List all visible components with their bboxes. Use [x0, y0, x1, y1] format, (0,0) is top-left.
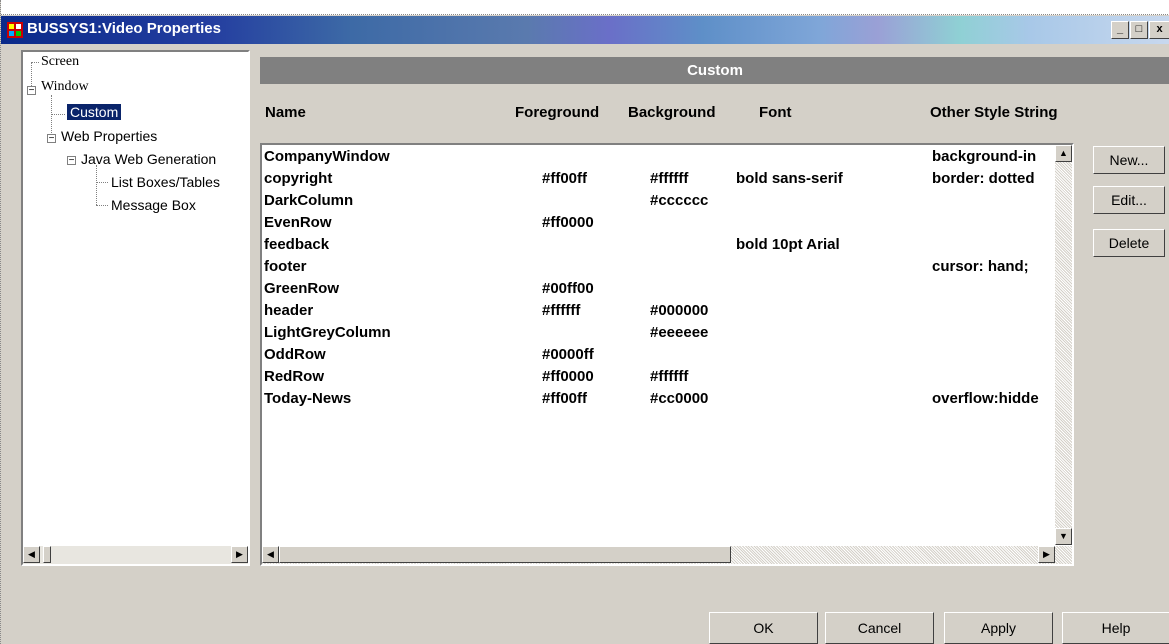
list-item[interactable]: copyright #ff00ff #ffffff bold sans-seri…: [262, 170, 1072, 192]
row-other-style: cursor: hand;: [932, 258, 1029, 275]
list-item[interactable]: header #ffffff #000000: [262, 302, 1072, 324]
list-item[interactable]: RedRow #ff0000 #ffffff: [262, 368, 1072, 390]
scroll-thumb[interactable]: [43, 546, 51, 563]
row-background: #cccccc: [650, 192, 709, 209]
row-name: DarkColumn: [264, 192, 354, 209]
row-foreground: #ff0000: [542, 214, 594, 231]
column-header-background: Background: [628, 104, 716, 121]
styles-list[interactable]: CompanyWindow background-in copyright #f…: [260, 143, 1074, 566]
tree-item-java-web-generation[interactable]: Java Web Generation: [81, 151, 216, 167]
row-foreground: #00ff00: [542, 280, 594, 297]
tree-item-custom[interactable]: Custom: [67, 104, 122, 120]
row-name: Today-News: [264, 390, 352, 407]
delete-button[interactable]: Delete: [1093, 229, 1165, 257]
collapse-icon[interactable]: −: [27, 86, 36, 96]
list-item[interactable]: Today-News #ff00ff #cc0000 overflow:hidd…: [262, 390, 1072, 412]
row-name: copyright: [264, 170, 333, 187]
row-font: bold 10pt Arial: [736, 236, 840, 253]
row-other-style: overflow:hidde: [932, 390, 1039, 407]
row-name: LightGreyColumn: [264, 324, 391, 341]
collapse-icon[interactable]: −: [67, 156, 76, 166]
tree-horizontal-scrollbar[interactable]: ◀ ▶: [23, 546, 248, 564]
scroll-left-icon[interactable]: ◀: [23, 546, 40, 563]
row-name: footer: [264, 258, 307, 275]
column-header-font: Font: [759, 104, 792, 121]
list-item[interactable]: EvenRow #ff0000: [262, 214, 1072, 236]
list-item[interactable]: OddRow #0000ff: [262, 346, 1072, 368]
list-vertical-scrollbar[interactable]: ▲ ▼: [1055, 145, 1072, 545]
help-button[interactable]: Help: [1062, 612, 1169, 644]
tree-line: [96, 182, 108, 183]
scroll-up-icon[interactable]: ▲: [1055, 145, 1072, 162]
tree-line: [96, 205, 108, 206]
tree-item-screen[interactable]: Screen: [41, 54, 79, 70]
list-item[interactable]: LightGreyColumn #eeeeee: [262, 324, 1072, 346]
new-button[interactable]: New...: [1093, 146, 1165, 174]
row-foreground: #ff0000: [542, 368, 594, 385]
row-other-style: background-in: [932, 148, 1037, 165]
close-icon: x: [1156, 23, 1163, 35]
tree-item-message-box[interactable]: Message Box: [111, 197, 196, 213]
row-name: GreenRow: [264, 280, 340, 297]
app-icon: [7, 22, 23, 38]
scroll-thumb[interactable]: [279, 546, 731, 563]
column-header-name: Name: [265, 104, 306, 121]
row-background: #ffffff: [650, 170, 689, 187]
tree-line: [31, 62, 39, 63]
row-background: #cc0000: [650, 390, 709, 407]
row-foreground: #ffffff: [542, 302, 581, 319]
cancel-button[interactable]: Cancel: [825, 612, 934, 644]
column-header-other-style: Other Style String: [930, 104, 1058, 121]
list-item[interactable]: CompanyWindow background-in: [262, 148, 1072, 170]
title-bar[interactable]: BUSSYS1:Video Properties _ □ x: [1, 16, 1169, 44]
row-background: #000000: [650, 302, 709, 319]
top-edge: [1, 0, 1169, 15]
column-header-foreground: Foreground: [515, 104, 600, 121]
tree-line: [51, 114, 65, 115]
apply-button[interactable]: Apply: [944, 612, 1053, 644]
row-name: CompanyWindow: [264, 148, 390, 165]
list-item[interactable]: GreenRow #00ff00: [262, 280, 1072, 302]
row-name: feedback: [264, 236, 330, 253]
close-button[interactable]: x: [1149, 21, 1169, 39]
row-background: #eeeeee: [650, 324, 709, 341]
panel-title: Custom: [260, 57, 1169, 84]
row-foreground: #ff00ff: [542, 170, 588, 187]
navigation-tree[interactable]: Screen − Window Custom − Web Properties …: [21, 50, 250, 566]
row-background: #ffffff: [650, 368, 689, 385]
scroll-left-icon[interactable]: ◀: [262, 546, 279, 563]
ok-button[interactable]: OK: [709, 612, 818, 644]
minimize-icon: _: [1116, 23, 1124, 35]
tree-item-web-properties[interactable]: Web Properties: [61, 128, 157, 144]
row-foreground: #0000ff: [542, 346, 594, 363]
row-foreground: #ff00ff: [542, 390, 588, 407]
tree-item-window[interactable]: Window: [41, 79, 89, 95]
video-properties-window: BUSSYS1:Video Properties _ □ x Screen − …: [0, 0, 1169, 644]
row-other-style: border: dotted: [932, 170, 1035, 187]
tree-item-list-boxes-tables[interactable]: List Boxes/Tables: [111, 174, 220, 190]
maximize-button[interactable]: □: [1130, 21, 1148, 39]
row-name: header: [264, 302, 314, 319]
tree-line: [96, 165, 97, 205]
list-horizontal-scrollbar[interactable]: ◀ ▶: [262, 546, 1072, 564]
maximize-icon: □: [1135, 23, 1143, 35]
row-name: EvenRow: [264, 214, 332, 231]
row-name: OddRow: [264, 346, 326, 363]
scroll-down-icon[interactable]: ▼: [1055, 528, 1072, 545]
scroll-right-icon[interactable]: ▶: [231, 546, 248, 563]
list-item[interactable]: DarkColumn #cccccc: [262, 192, 1072, 214]
window-title: BUSSYS1:Video Properties: [27, 20, 221, 37]
minimize-button[interactable]: _: [1111, 21, 1129, 39]
row-font: bold sans-serif: [736, 170, 843, 187]
list-item[interactable]: footer cursor: hand;: [262, 258, 1072, 280]
scroll-right-icon[interactable]: ▶: [1038, 546, 1055, 563]
row-name: RedRow: [264, 368, 324, 385]
collapse-icon[interactable]: −: [47, 134, 56, 144]
edit-button[interactable]: Edit...: [1093, 186, 1165, 214]
list-item[interactable]: feedback bold 10pt Arial: [262, 236, 1072, 258]
